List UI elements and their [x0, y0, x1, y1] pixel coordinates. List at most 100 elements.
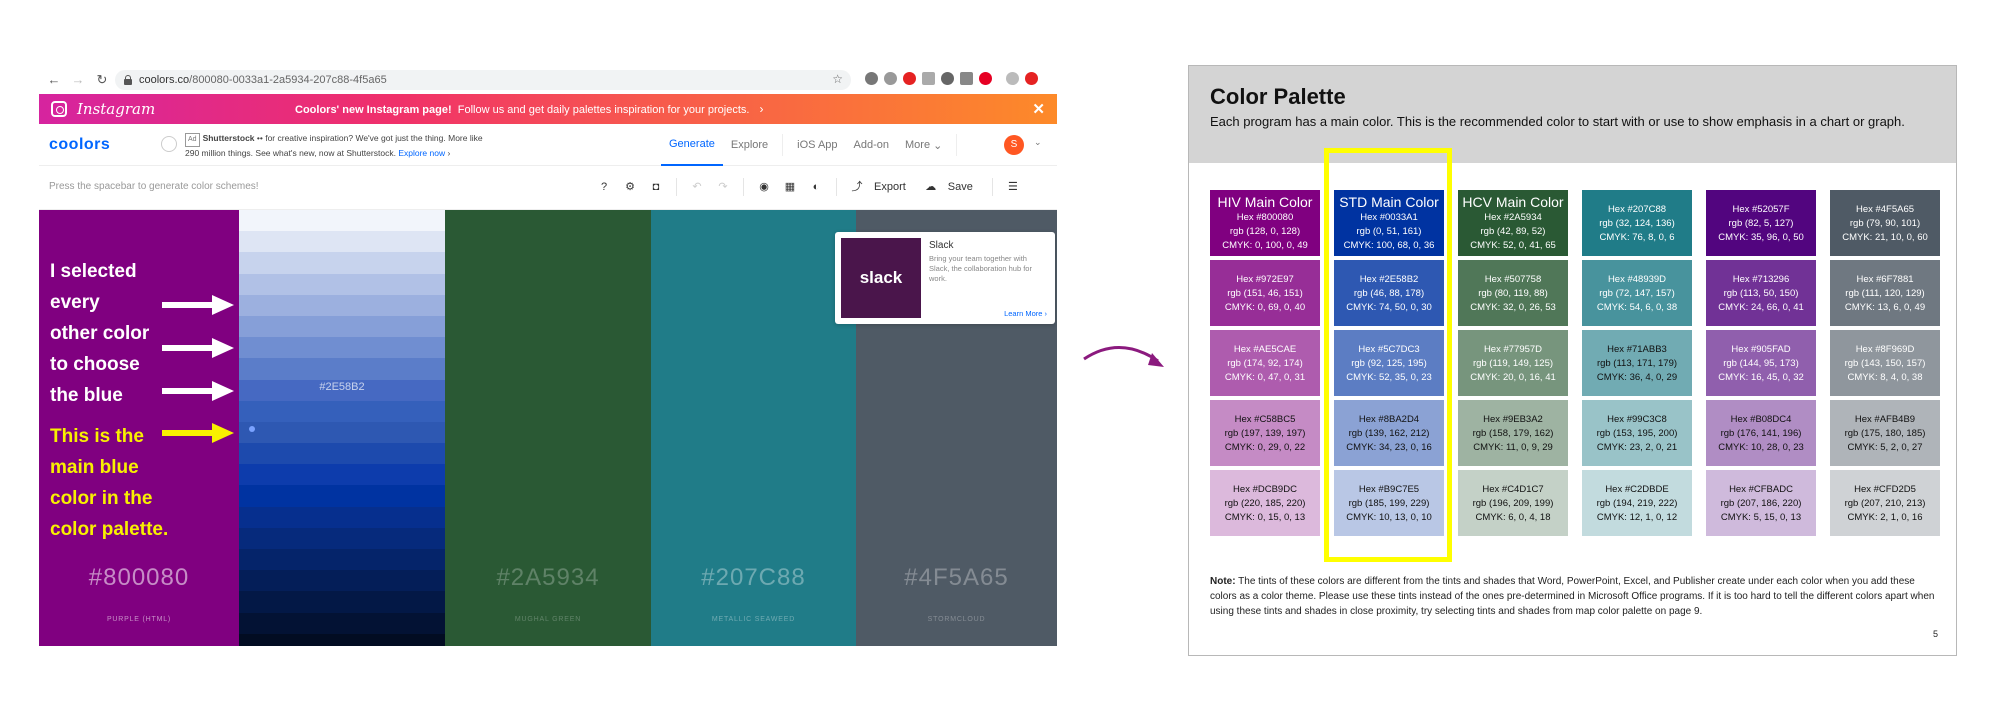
- shade-swatch[interactable]: [239, 358, 445, 380]
- extension-gray-icon[interactable]: [1006, 72, 1019, 85]
- shade-swatch[interactable]: [239, 210, 445, 232]
- header-ad[interactable]: Ad Shutterstock •• for creative inspirati…: [185, 132, 485, 159]
- shade-swatch[interactable]: [239, 315, 445, 338]
- tab-generate[interactable]: Generate: [661, 124, 723, 166]
- swatch-cmyk: CMYK: 52, 0, 41, 65: [1470, 240, 1556, 251]
- shade-swatch[interactable]: [239, 252, 445, 274]
- toolbar-divider: [836, 178, 837, 196]
- color-swatch: Hex #77957D rgb (119, 149, 125) CMYK: 20, …: [1458, 330, 1568, 396]
- reload-icon[interactable]: ↻: [93, 71, 111, 89]
- color-swatch: Hex #CFD2D5 rgb (207, 210, 213) CMYK: 2, 1…: [1830, 470, 1940, 536]
- tab-explore[interactable]: Explore: [723, 124, 776, 166]
- swatch-hex: Hex #71ABB3: [1607, 344, 1667, 355]
- swatch-hex: Hex #800080: [1236, 212, 1294, 223]
- shade-swatch[interactable]: [239, 337, 445, 359]
- help-icon[interactable]: ?: [595, 178, 613, 196]
- tab-more-label: More: [905, 139, 931, 151]
- swatch-column: Hex #4F5A65 rgb (79, 90, 101) CMYK: 21, 10…: [1830, 190, 1940, 540]
- shade-swatch[interactable]: [239, 421, 445, 444]
- gear-icon[interactable]: ⚙: [621, 178, 639, 196]
- close-icon[interactable]: ✕: [1032, 100, 1045, 118]
- extension-t-icon[interactable]: [922, 72, 935, 85]
- menu-icon[interactable]: ☰: [1004, 178, 1022, 196]
- ad-link[interactable]: Explore now: [398, 148, 445, 158]
- swatch-hex: Hex #C4D1C7: [1482, 484, 1544, 495]
- toolbar-divider: [743, 178, 744, 196]
- color-name: Metallic Seaweed: [711, 616, 796, 623]
- shade-swatch[interactable]: [239, 633, 445, 646]
- extension-opera-icon[interactable]: [903, 72, 916, 85]
- palette-color-blue-shades[interactable]: #2E58B2: [239, 210, 445, 646]
- shade-swatch[interactable]: [239, 549, 445, 571]
- swatch-rgb: rgb (72, 147, 157): [1599, 288, 1675, 299]
- coolors-logo[interactable]: coolors: [49, 136, 110, 154]
- color-hex[interactable]: #207C88: [651, 564, 856, 592]
- forward-arrow-icon[interactable]: →: [69, 71, 87, 89]
- swatch-rgb: rgb (143, 150, 157): [1844, 358, 1926, 369]
- color-hex[interactable]: #2A5934: [445, 564, 651, 592]
- chevron-down-icon: ⌄: [933, 139, 943, 152]
- color-swatch: HCV Main Color Hex #2A5934 rgb (42, 89, 52…: [1458, 190, 1568, 256]
- palette-color-metallic-seaweed[interactable]: #207C88 Metallic Seaweed: [651, 210, 856, 646]
- swatch-rgb: rgb (207, 186, 220): [1720, 498, 1802, 509]
- camera-icon[interactable]: ◘: [647, 178, 665, 196]
- swatch-rgb: rgb (80, 119, 88): [1478, 288, 1548, 299]
- shade-swatch[interactable]: [239, 527, 445, 549]
- export-button[interactable]: Export: [874, 181, 906, 193]
- bookmark-star-icon[interactable]: ☆: [832, 72, 843, 86]
- grid-icon[interactable]: ▦: [781, 178, 799, 196]
- shade-swatch[interactable]: [239, 591, 445, 613]
- color-swatch: Hex #CFBADC rgb (207, 186, 220) CMYK: 5, 1…: [1706, 470, 1816, 536]
- tab-more[interactable]: More ⌄: [897, 124, 950, 166]
- shade-swatch[interactable]: [239, 464, 445, 486]
- share-icon[interactable]: ⤴: [848, 178, 866, 196]
- extension-box-icon[interactable]: [960, 72, 973, 85]
- undo-icon[interactable]: ↶: [688, 178, 706, 196]
- learn-more-link[interactable]: Learn More ›: [1004, 309, 1047, 318]
- swatch-hex: Hex #99C3C8: [1607, 414, 1667, 425]
- shade-swatch[interactable]: [239, 485, 445, 507]
- back-arrow-icon[interactable]: ←: [45, 71, 63, 89]
- shade-swatch[interactable]: [239, 273, 445, 295]
- eye-icon[interactable]: ◉: [755, 178, 773, 196]
- shade-swatch[interactable]: [239, 570, 445, 592]
- swatch-cmyk: CMYK: 2, 1, 0, 16: [1847, 512, 1923, 523]
- instagram-promo-banner[interactable]: Instagram Coolors' new Instagram page! F…: [39, 94, 1057, 124]
- tab-add-on[interactable]: Add-on: [846, 124, 897, 166]
- palette-toolbar: Press the spacebar to generate color sch…: [39, 166, 1057, 210]
- extension-pinterest-icon[interactable]: [979, 72, 992, 85]
- tab-ios-app[interactable]: iOS App: [789, 124, 845, 166]
- color-hex[interactable]: #800080: [39, 564, 239, 592]
- swatch-cmyk: CMYK: 23, 2, 0, 21: [1596, 442, 1678, 453]
- app-header: coolors Ad Shutterstock •• for creative i…: [39, 124, 1057, 166]
- address-bar[interactable]: coolors.co/800080-0033a1-2a5934-207c88-4…: [115, 70, 851, 90]
- extension-wave-icon[interactable]: [884, 72, 897, 85]
- avatar[interactable]: S: [1004, 135, 1024, 155]
- color-swatch: Hex #B08DC4 rgb (176, 141, 196) CMYK: 10, …: [1706, 400, 1816, 466]
- spacebar-hint: Press the spacebar to generate color sch…: [49, 181, 259, 192]
- palette-icon[interactable]: ◐: [807, 178, 825, 196]
- color-hex[interactable]: #4F5A65: [856, 564, 1057, 592]
- shade-swatch[interactable]: [239, 443, 445, 465]
- shade-swatch[interactable]: [239, 400, 445, 422]
- shade-swatch[interactable]: [239, 294, 445, 316]
- extension-red-icon[interactable]: [1025, 72, 1038, 85]
- extension-moon-icon[interactable]: [941, 72, 954, 85]
- swatch-hex: Hex #6F7881: [1856, 274, 1914, 285]
- ad-description: Bring your team together with Slack, the…: [929, 254, 1032, 283]
- redo-icon[interactable]: ↷: [714, 178, 732, 196]
- color-hex[interactable]: #2E58B2: [239, 381, 445, 393]
- shade-swatch[interactable]: [239, 612, 445, 634]
- swatch-hex: Hex #CFD2D5: [1854, 484, 1916, 495]
- chevron-down-icon[interactable]: ⌄: [1034, 137, 1042, 148]
- save-button[interactable]: Save: [948, 181, 973, 193]
- shade-swatch[interactable]: [239, 231, 445, 253]
- cloud-icon[interactable]: ☁: [922, 178, 940, 196]
- palette-color-mughal-green[interactable]: #2A5934 Mughal Green: [445, 210, 651, 646]
- shade-swatch[interactable]: [239, 506, 445, 528]
- swatch-rgb: rgb (174, 92, 174): [1227, 358, 1303, 369]
- extension-cloud-icon[interactable]: [865, 72, 878, 85]
- color-swatch: HIV Main Color Hex #800080 rgb (128, 0, 12…: [1210, 190, 1320, 256]
- slack-ad[interactable]: slack Slack Bring your team together wit…: [835, 232, 1055, 324]
- palette-color-stormcloud[interactable]: #4F5A65 Stormcloud slack Slack Bring you…: [835, 210, 1057, 646]
